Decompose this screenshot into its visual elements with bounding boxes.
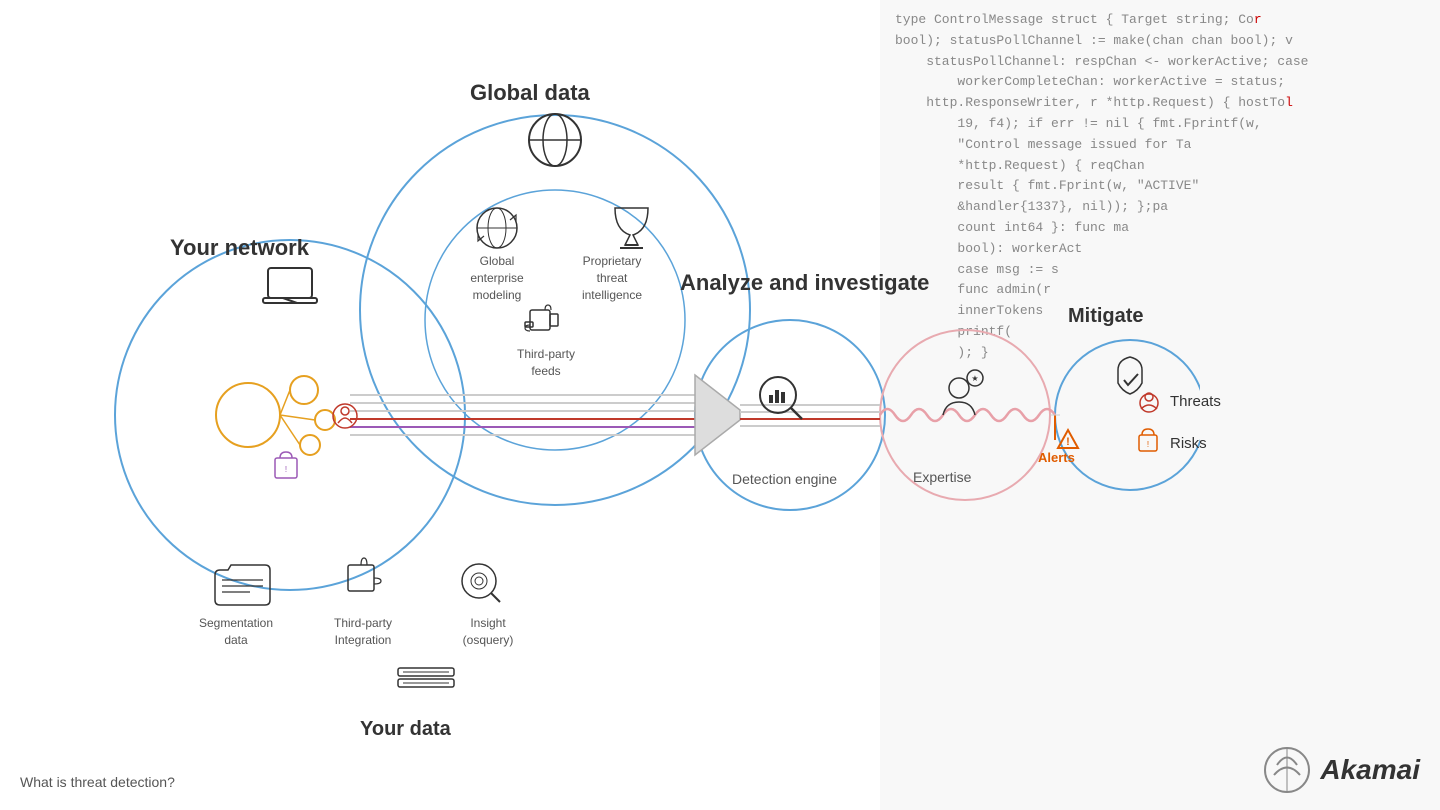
global-enterprise-label: Globalenterprisemodeling [457,253,537,303]
analyze-title: Analyze and investigate [680,270,929,296]
proprietary-threat-label: Proprietary threat intelligence [572,253,652,303]
alerts-label: Alerts [1038,450,1075,465]
akamai-logo: Akamai [1262,745,1420,795]
risks-label: Risks [1170,435,1207,452]
global-data-title: Global data [470,80,590,106]
bottom-question: What is threat detection? [20,774,175,790]
insight-label: Insight(osquery) [448,615,528,649]
expertise-label: Expertise [913,468,971,488]
third-party-integration-label: Third-partyIntegration [323,615,403,649]
third-party-feeds-label: Third-partyfeeds [506,346,586,380]
svg-text:★: ★ [971,374,978,383]
akamai-logo-icon [1262,745,1312,795]
mitigate-title: Mitigate [1068,305,1144,328]
svg-text:!: ! [1066,436,1070,448]
svg-text:!: ! [285,465,287,474]
threats-label: Threats [1170,393,1221,410]
svg-text:!: ! [1147,440,1149,449]
detection-engine-label: Detection engine [732,470,837,490]
your-data-label: Your data [360,718,451,741]
segmentation-data-label: Segmentationdata [196,615,276,649]
akamai-logo-text: Akamai [1320,754,1420,786]
your-network-title: Your network [170,235,309,261]
diagram-svg: ! ! ★ [0,0,1200,810]
